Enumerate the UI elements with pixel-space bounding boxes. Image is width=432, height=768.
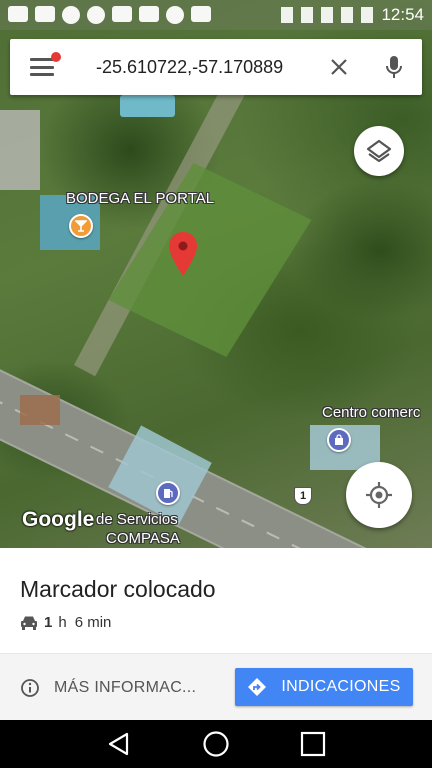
clear-search-button[interactable]	[312, 39, 366, 95]
notification-dot	[51, 52, 61, 62]
travel-time: 1 h 6 min	[20, 614, 111, 631]
crosshair-icon	[366, 482, 392, 508]
action-bar: MÁS INFORMAC... INDICACIONES	[0, 654, 432, 720]
youtube-icon	[8, 6, 28, 22]
gallery-icon	[35, 6, 55, 22]
shopping-poi-icon[interactable]	[327, 428, 351, 452]
hamburger-icon	[30, 58, 54, 76]
my-location-button[interactable]	[346, 462, 412, 528]
recents-square-icon	[301, 731, 326, 757]
navigation-bar	[0, 720, 432, 768]
clock: 12:54	[381, 5, 424, 24]
message-icon	[112, 6, 132, 22]
back-button[interactable]	[99, 724, 139, 764]
chat-icon	[191, 6, 211, 22]
eta-hours-unit: h	[58, 614, 67, 631]
battery-icon	[361, 7, 374, 23]
search-bar[interactable]: -25.610722,-57.170889	[10, 39, 422, 95]
recents-button[interactable]	[293, 724, 333, 764]
search-input[interactable]: -25.610722,-57.170889	[74, 57, 312, 78]
signal-icon	[341, 7, 354, 23]
mute-icon	[301, 7, 314, 23]
rss-icon	[166, 6, 184, 24]
more-info-button[interactable]: MÁS INFORMAC...	[20, 672, 196, 704]
layers-button[interactable]	[354, 126, 404, 176]
poi-label-centro[interactable]: Centro comerc	[322, 404, 420, 421]
eta-duration: 6 min	[74, 614, 112, 631]
layers-icon	[366, 139, 392, 163]
back-triangle-icon	[108, 732, 128, 756]
status-bar: 12:54	[0, 0, 432, 30]
gas-station-poi-icon[interactable]	[156, 481, 180, 505]
bar-poi-icon[interactable]	[69, 214, 93, 238]
mic-icon	[386, 56, 402, 78]
eta-hours: 1	[44, 614, 53, 631]
home-button[interactable]	[196, 724, 236, 764]
building	[20, 395, 60, 425]
wifi-icon	[321, 7, 334, 23]
poi-label-bodega[interactable]: BODEGA EL PORTAL	[66, 190, 214, 207]
place-sheet[interactable]: Marcador colocado 1 h 6 min MÁS INFORMAC…	[0, 548, 432, 720]
menu-button[interactable]	[10, 39, 74, 95]
route-shield: 1	[294, 487, 312, 505]
vpn-shield-icon	[87, 6, 105, 24]
whatsapp-icon	[62, 6, 80, 24]
directions-button[interactable]: INDICACIONES	[235, 668, 413, 706]
more-info-label: MÁS INFORMAC...	[54, 679, 197, 696]
place-title: Marcador colocado	[20, 576, 216, 602]
location-status-icon	[281, 7, 294, 23]
building	[0, 110, 40, 190]
pool	[120, 95, 175, 117]
directions-icon	[248, 678, 267, 696]
twitter-icon	[139, 6, 159, 22]
car-icon	[21, 616, 37, 630]
voice-search-button[interactable]	[366, 39, 422, 95]
info-icon	[21, 679, 39, 697]
directions-label: INDICACIONES	[281, 678, 401, 695]
close-icon	[331, 59, 347, 75]
map-marker-icon[interactable]	[169, 232, 197, 276]
poi-label-compasa[interactable]: COMPASA	[106, 530, 180, 547]
poi-label-servicios[interactable]: de Servicios	[96, 511, 178, 528]
google-logo: Google	[22, 508, 95, 531]
home-circle-icon	[203, 731, 229, 757]
